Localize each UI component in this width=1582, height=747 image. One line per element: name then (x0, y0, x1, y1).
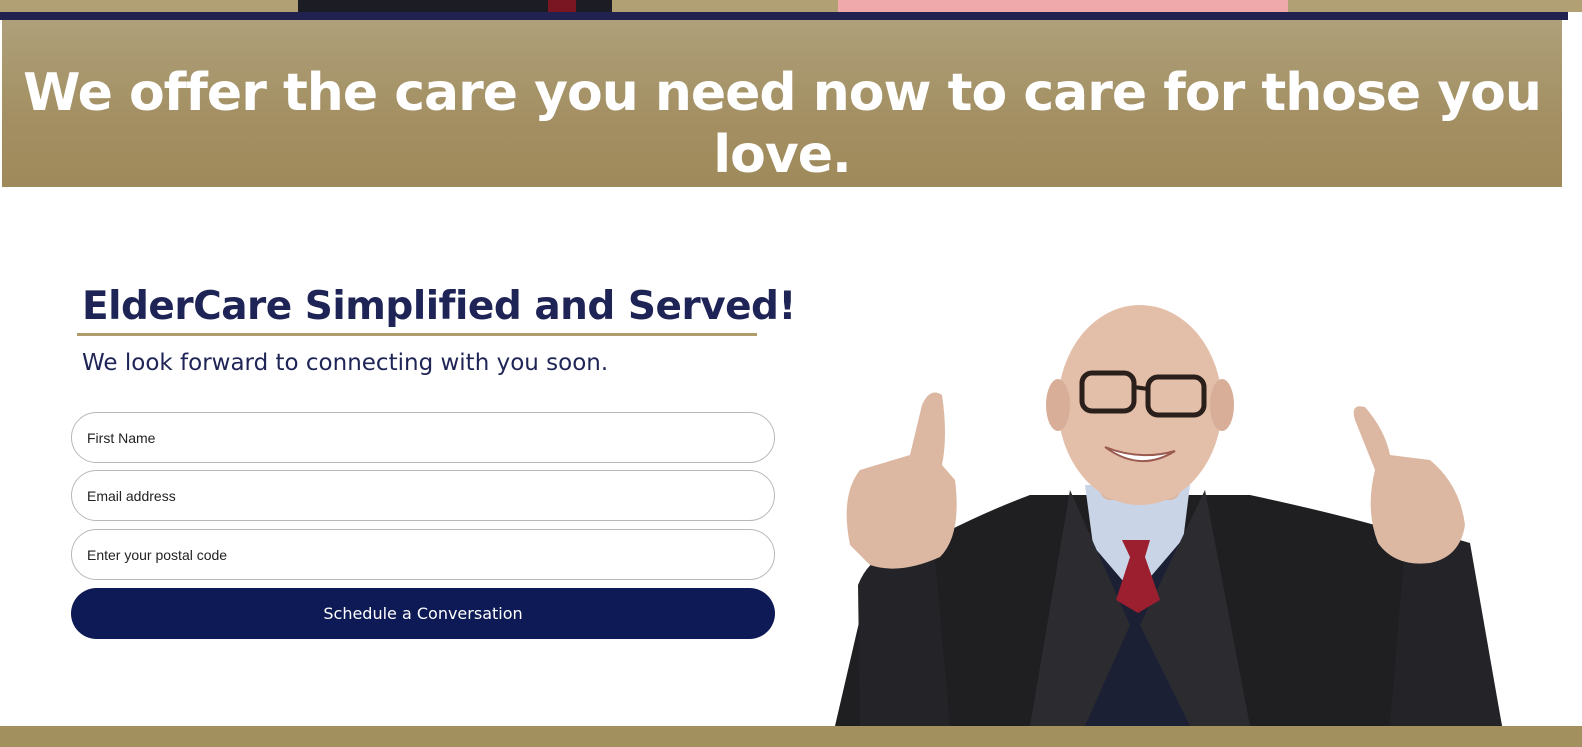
first-name-field[interactable]: First Name (71, 412, 775, 463)
postal-code-placeholder: Enter your postal code (87, 546, 228, 563)
schedule-conversation-button[interactable]: Schedule a Conversation (71, 588, 775, 639)
top-photo-dark-suit (298, 0, 612, 12)
navy-divider (0, 12, 1568, 20)
heading-underline (77, 333, 757, 336)
footer-strip (0, 726, 1582, 747)
postal-code-field[interactable]: Enter your postal code (71, 529, 775, 580)
first-name-placeholder: First Name (87, 429, 156, 446)
section-heading: ElderCare Simplified and Served! (82, 284, 796, 329)
email-field[interactable]: Email address (71, 470, 775, 521)
top-photo-strip (0, 0, 1582, 12)
elderly-man-thumbs-up-photo (835, 305, 1502, 726)
headline-banner: We offer the care you need now to care f… (2, 20, 1562, 187)
schedule-conversation-label: Schedule a Conversation (323, 604, 523, 623)
top-photo-pink (838, 0, 1288, 12)
banner-headline: We offer the care you need now to care f… (23, 63, 1542, 185)
section-subheading: We look forward to connecting with you s… (82, 350, 609, 376)
email-placeholder: Email address (87, 487, 176, 504)
